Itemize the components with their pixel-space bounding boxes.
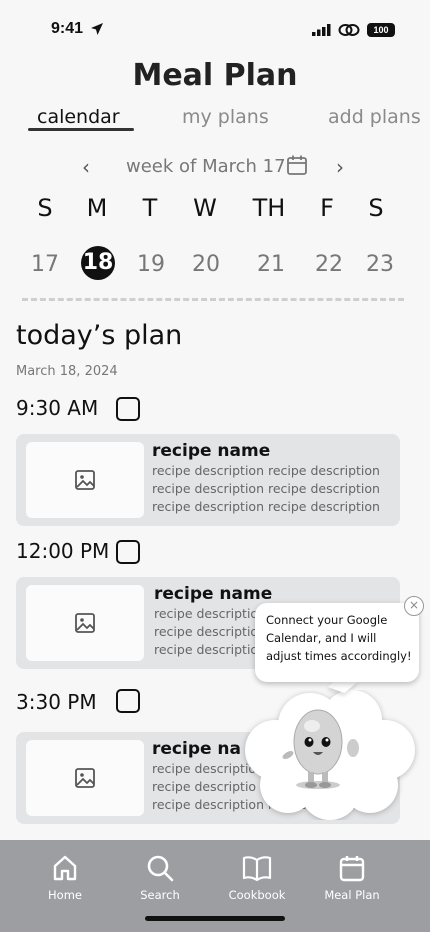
slot-checkbox[interactable]	[116, 397, 140, 421]
next-week-button[interactable]: ›	[336, 155, 344, 179]
recipe-description-line: recipe description recipe description	[152, 481, 380, 496]
image-icon	[75, 768, 95, 788]
recipe-image-placeholder	[26, 585, 144, 661]
section-heading: today’s plan	[16, 320, 183, 351]
tabbar-label: Home	[48, 888, 82, 902]
status-time: 9:41	[51, 20, 84, 37]
weekday-label: M	[86, 194, 108, 222]
home-icon	[53, 855, 77, 881]
book-icon	[242, 856, 272, 882]
weekday-label: T	[142, 194, 158, 222]
recipe-description-line: recipe description recipe description	[152, 463, 380, 478]
search-icon	[147, 855, 174, 882]
slot-checkbox[interactable]	[116, 540, 140, 564]
tab-my-plans[interactable]: my plans	[182, 106, 269, 128]
tab-calendar[interactable]: calendar	[37, 106, 120, 128]
tabbar-cookbook[interactable]: Cookbook	[217, 854, 297, 902]
image-icon	[75, 470, 95, 490]
recipe-name: recipe name	[152, 441, 271, 461]
status-bar: 9:41 100	[0, 0, 430, 60]
weekday-label: S	[368, 194, 384, 222]
slot-checkbox[interactable]	[116, 689, 140, 713]
recipe-image-placeholder	[26, 740, 144, 816]
recipe-image-placeholder	[26, 442, 144, 518]
home-indicator[interactable]	[145, 916, 285, 921]
calendar-icon	[339, 856, 365, 882]
tabbar-meal-plan[interactable]: Meal Plan	[312, 854, 392, 902]
weekday-label: S	[37, 194, 53, 222]
weekday-label: TH	[252, 194, 286, 222]
recipe-description-line: recipe description recipe description	[152, 499, 380, 514]
tab-add-plans[interactable]: add plans	[328, 106, 421, 128]
week-navigation: ‹ week of March 17 ›	[0, 153, 430, 181]
weekday-label: F	[320, 194, 334, 222]
tabbar-label: Cookbook	[228, 888, 286, 902]
date-cell[interactable]: 17	[23, 248, 67, 284]
tabbar-label: Search	[140, 888, 180, 902]
page-title: Meal Plan	[132, 58, 298, 93]
recipe-card[interactable]: recipe name recipe description recipe de…	[16, 434, 400, 526]
calendar-picker-icon[interactable]	[286, 154, 308, 176]
tabbar-search[interactable]: Search	[120, 854, 200, 902]
date-cell[interactable]: 23	[358, 248, 402, 284]
recipe-name: recipe na	[152, 739, 242, 759]
slot-time: 12:00 PM	[16, 539, 110, 563]
plan-date: March 18, 2024	[16, 364, 118, 379]
recipe-name: recipe name	[154, 584, 273, 604]
signal-icon	[312, 24, 331, 36]
recipe-description: recipe description recipe description re…	[152, 462, 392, 516]
date-cell[interactable]: 21	[249, 248, 293, 284]
week-label: week of March 17	[126, 156, 286, 177]
date-cell[interactable]: 20	[184, 248, 228, 284]
location-arrow-icon	[91, 23, 103, 35]
prev-week-button[interactable]: ‹	[82, 155, 90, 179]
tabbar-label: Meal Plan	[324, 888, 380, 902]
link-icon	[338, 24, 360, 36]
image-icon	[75, 613, 95, 633]
date-cell-selected[interactable]: 18	[81, 246, 115, 280]
google-calendar-tooltip[interactable]: Connect your Google Calendar, and I will…	[255, 603, 419, 682]
date-cell[interactable]: 22	[307, 248, 351, 284]
divider	[22, 298, 404, 301]
tabbar-home[interactable]: Home	[25, 854, 105, 902]
tab-bar: calendar my plans add plans	[0, 106, 430, 136]
weekday-label: W	[193, 194, 217, 222]
active-tab-indicator	[28, 128, 134, 131]
tooltip-close-button[interactable]: ×	[404, 596, 424, 616]
date-cell[interactable]: 19	[129, 248, 173, 284]
slot-time: 9:30 AM	[16, 396, 99, 420]
slot-time: 3:30 PM	[16, 690, 97, 714]
mascot-cloud	[245, 690, 415, 820]
battery-indicator: 100	[367, 23, 395, 37]
